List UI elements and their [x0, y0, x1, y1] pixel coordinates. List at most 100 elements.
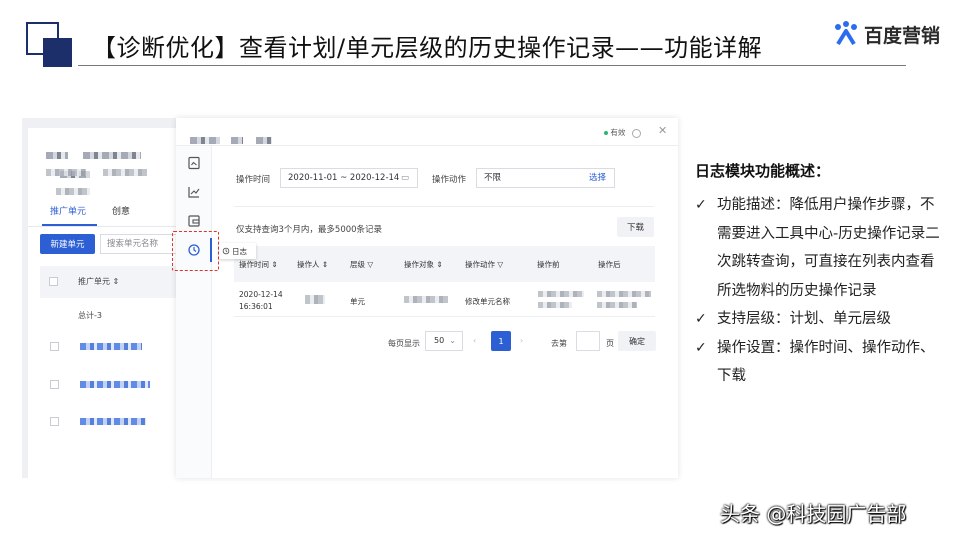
row-level: 单元 [350, 297, 365, 306]
trend-chart-icon[interactable] [187, 185, 201, 199]
status-dot-icon [604, 131, 608, 135]
blurred-text [46, 169, 86, 176]
page-unit-label: 页 [606, 339, 614, 348]
log-table-header: 操作时间 ⇕ 操作人 ⇕ 层级 ▽ 操作对象 ⇕ 操作动作 ▽ 操作前 操作后 [234, 246, 655, 282]
page-size-value: 50 [434, 336, 445, 345]
overview-item-text: 功能描述：降低用户操作步骤，不需要进入工具中心-历史操作记录二次跳转查询，可直接… [717, 197, 940, 299]
blurred-text [56, 188, 90, 195]
overview-item-text: 支持层级：计划、单元层级 [717, 311, 891, 327]
blurred-text [190, 137, 220, 144]
row-action: 修改单元名称 [465, 297, 510, 306]
dialog-side-rail [176, 146, 212, 478]
tab-divider [28, 226, 178, 227]
row-checkbox[interactable] [50, 380, 59, 389]
row-checkbox[interactable] [50, 342, 59, 351]
blurred-after [597, 291, 651, 297]
unit-table-header: 推广单元 ⇕ [40, 266, 178, 298]
blurred-before [538, 302, 572, 308]
action-pick-link[interactable]: 选择 [589, 169, 606, 187]
brand-logo: 百度营销 [832, 20, 940, 48]
column-level[interactable]: 层级 ▽ [350, 259, 373, 270]
date-range-value: 2020-11-01 ~ 2020-12-14 [288, 173, 400, 183]
new-unit-button[interactable]: 新建单元 [40, 234, 95, 254]
row-divider [234, 316, 655, 317]
column-before: 操作前 [537, 260, 560, 269]
blurred-unit-name[interactable] [80, 381, 150, 388]
query-limit-hint: 仅支持查询3个月内，最多5000条记录 [236, 225, 383, 235]
overview-list: ✓ 功能描述：降低用户操作步骤，不需要进入工具中心-历史操作记录二次跳转查询，可直… [695, 191, 940, 391]
blurred-text [256, 137, 273, 144]
row-time: 16:36:01 [239, 302, 273, 311]
column-action[interactable]: 操作动作 ▽ [465, 259, 503, 270]
unit-search-input[interactable]: 搜索单元名称 [100, 234, 180, 254]
slide-title: 【诊断优化】查看计划/单元层级的历史操作记录——功能详解 [92, 34, 763, 62]
goto-page-input[interactable] [576, 331, 600, 351]
tooltip-label: 日志 [232, 246, 247, 256]
title-divider [78, 65, 906, 66]
check-icon: ✓ [695, 197, 707, 213]
column-after: 操作后 [598, 260, 621, 269]
filter-divider [234, 206, 654, 207]
prev-page-icon[interactable]: ‹ [473, 336, 476, 345]
blurred-target [404, 296, 448, 303]
report-icon[interactable] [187, 156, 201, 170]
decor-square-filled [43, 38, 72, 67]
blurred-text [231, 137, 244, 144]
brand-name: 百度营销 [864, 24, 941, 47]
blurred-unit-name[interactable] [80, 418, 146, 425]
action-filter-label: 操作动作 [432, 175, 467, 185]
tab-promo-unit[interactable]: 推广单元 [50, 204, 86, 217]
column-operator[interactable]: 操作人 ⇕ [297, 259, 328, 270]
blurred-before [538, 291, 584, 297]
action-filter-value: 不限 [484, 173, 502, 183]
page-size-select[interactable]: 50 ⌄ [425, 331, 463, 351]
next-page-icon[interactable]: › [520, 336, 523, 345]
unit-list-panel: 推广单元 创意 新建单元 搜索单元名称 推广单元 ⇕ 总计-3 [28, 128, 180, 478]
column-op-time[interactable]: 操作时间 ⇕ [239, 259, 278, 270]
calendar-icon: ▭ [400, 173, 409, 183]
blurred-unit-name[interactable] [80, 343, 142, 350]
goto-confirm-button[interactable]: 确定 [618, 331, 656, 351]
status-badge: 有效 [604, 127, 641, 138]
log-content: 操作时间 2020-11-01 ~ 2020-12-14 ▭ 操作动作 不限 选… [220, 154, 671, 472]
per-page-label: 每页显示 [388, 339, 420, 348]
overview-title: 日志模块功能概述： [695, 162, 831, 180]
clock-icon [222, 247, 230, 255]
download-button[interactable]: 下载 [617, 217, 654, 237]
row-checkbox[interactable] [50, 417, 59, 426]
panel-tabs: 推广单元 创意 [50, 204, 130, 217]
time-filter-label: 操作时间 [236, 175, 271, 185]
blurred-after [597, 302, 637, 308]
overview-item: ✓ 操作设置：操作时间、操作动作、下载 [695, 334, 940, 391]
status-label: 有效 [610, 128, 626, 137]
check-icon: ✓ [695, 339, 707, 356]
overview-item: ✓ 支持层级：计划、单元层级 [695, 305, 940, 334]
blurred-text [83, 152, 142, 159]
date-range-picker[interactable]: 2020-11-01 ~ 2020-12-14 ▭ [280, 168, 418, 188]
action-filter-select[interactable]: 不限 选择 [476, 168, 615, 188]
unit-detail-dialog: 有效 ✕ 操作时间 2020-11-01 ~ 2020-12-14 ▭ 操作动作… [176, 118, 678, 478]
info-icon[interactable] [631, 128, 641, 138]
row-date: 2020-12-14 [239, 290, 283, 299]
blurred-text [46, 152, 68, 159]
select-all-checkbox[interactable] [49, 277, 58, 286]
close-icon[interactable]: ✕ [658, 124, 667, 137]
watermark: 头条 @科技园广告部 [720, 502, 907, 526]
goto-label: 去第 [551, 339, 567, 348]
chevron-down-icon: ⌄ [449, 336, 456, 345]
blurred-header-line [46, 161, 178, 199]
log-tooltip: 日志 [219, 243, 256, 259]
overview-item-text: 操作设置：操作时间、操作动作、下载 [717, 339, 935, 385]
column-promo-unit[interactable]: 推广单元 ⇕ [78, 276, 119, 287]
page-button-current[interactable]: 1 [491, 331, 511, 351]
check-icon: ✓ [695, 311, 707, 327]
column-target[interactable]: 操作对象 ⇕ [404, 259, 443, 270]
wallet-icon[interactable] [187, 214, 201, 228]
dialog-header: 有效 ✕ [176, 118, 678, 146]
blurred-operator [305, 295, 325, 304]
tab-creative[interactable]: 创意 [112, 204, 130, 217]
active-tab-indicator [42, 224, 97, 226]
overview-item: ✓ 功能描述：降低用户操作步骤，不需要进入工具中心-历史操作记录二次跳转查询，可直… [695, 191, 940, 305]
blurred-text [103, 169, 148, 176]
baidu-marketing-logo-icon [835, 21, 857, 46]
